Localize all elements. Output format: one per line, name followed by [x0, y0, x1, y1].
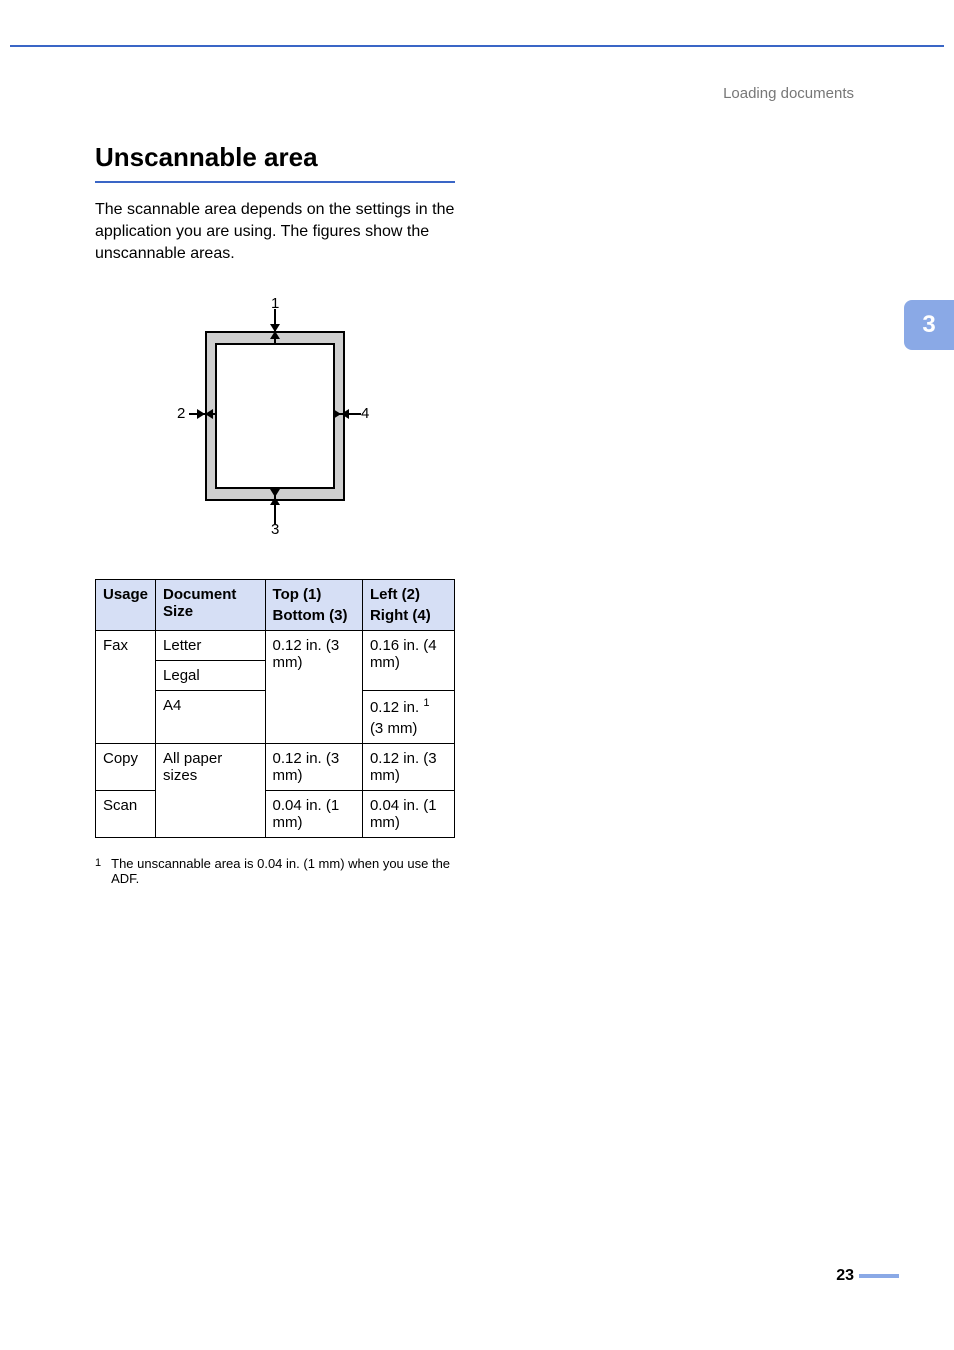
table-row: Scan 0.04 in. (1 mm) 0.04 in. (1 mm): [96, 791, 455, 838]
footnote: 1 The unscannable area is 0.04 in. (1 mm…: [95, 856, 455, 886]
cell-copy-lr: 0.12 in. (3 mm): [362, 744, 454, 791]
cell-fax-lr-a4-mm: (3 mm): [370, 720, 447, 737]
cell-fax-lr-a4-val: 0.12 in.: [370, 699, 419, 716]
chapter-tab: 3: [904, 300, 954, 350]
cell-fax-lr-a4-sup: 1: [423, 697, 429, 709]
th-usage: Usage: [96, 580, 156, 631]
section-heading: Unscannable area: [95, 142, 455, 173]
cell-scan-lr: 0.04 in. (1 mm): [362, 791, 454, 838]
th-right-label: Right (4): [370, 607, 447, 624]
th-doc-size: Document Size: [156, 580, 265, 631]
page-number-rule: [859, 1274, 899, 1278]
diagram-arrow-right: [333, 413, 361, 415]
cell-usage-scan: Scan: [96, 791, 156, 838]
footnote-text: The unscannable area is 0.04 in. (1 mm) …: [111, 856, 455, 886]
cell-size-legal: Legal: [156, 661, 265, 691]
th-left-label: Left (2): [370, 586, 420, 603]
diagram-arrow-left: [189, 413, 217, 415]
top-rule: [10, 45, 944, 47]
th-top-label: Top (1): [273, 586, 322, 603]
footnote-number: 1: [95, 856, 101, 886]
cell-fax-lr-letterlegal: 0.16 in. (4 mm): [362, 631, 454, 691]
diagram-inner-rect: [215, 343, 335, 489]
intro-text: The scannable area depends on the settin…: [95, 199, 455, 265]
heading-rule: [95, 181, 455, 183]
cell-size-all: All paper sizes: [156, 744, 265, 838]
page-number: 23: [836, 1267, 854, 1285]
table-row: Copy All paper sizes 0.12 in. (3 mm) 0.1…: [96, 744, 455, 791]
cell-copy-topbottom: 0.12 in. (3 mm): [265, 744, 362, 791]
th-left-right: Left (2) Right (4): [362, 580, 454, 631]
cell-fax-topbottom: 0.12 in. (3 mm): [265, 631, 362, 744]
cell-scan-topbottom: 0.04 in. (1 mm): [265, 791, 362, 838]
margin-diagram: 1 2 3 4: [145, 291, 405, 551]
diagram-arrow-bottom: [274, 489, 276, 524]
main-content: Unscannable area The scannable area depe…: [95, 142, 455, 886]
table-row: Fax Letter 0.12 in. (3 mm) 0.16 in. (4 m…: [96, 631, 455, 661]
th-bottom-label: Bottom (3): [273, 607, 355, 624]
cell-usage-fax: Fax: [96, 631, 156, 744]
cell-size-letter: Letter: [156, 631, 265, 661]
diagram-label-2: 2: [177, 405, 185, 422]
diagram-label-4: 4: [361, 405, 369, 422]
table-header-row: Usage Document Size Top (1) Bottom (3) L…: [96, 580, 455, 631]
cell-usage-copy: Copy: [96, 744, 156, 791]
breadcrumb: Loading documents: [723, 85, 854, 102]
th-top-bottom: Top (1) Bottom (3): [265, 580, 362, 631]
margins-table: Usage Document Size Top (1) Bottom (3) L…: [95, 579, 455, 838]
cell-fax-lr-a4: 0.12 in. 1 (3 mm): [362, 691, 454, 744]
cell-size-a4: A4: [156, 691, 265, 744]
diagram-arrow-top: [274, 309, 276, 344]
